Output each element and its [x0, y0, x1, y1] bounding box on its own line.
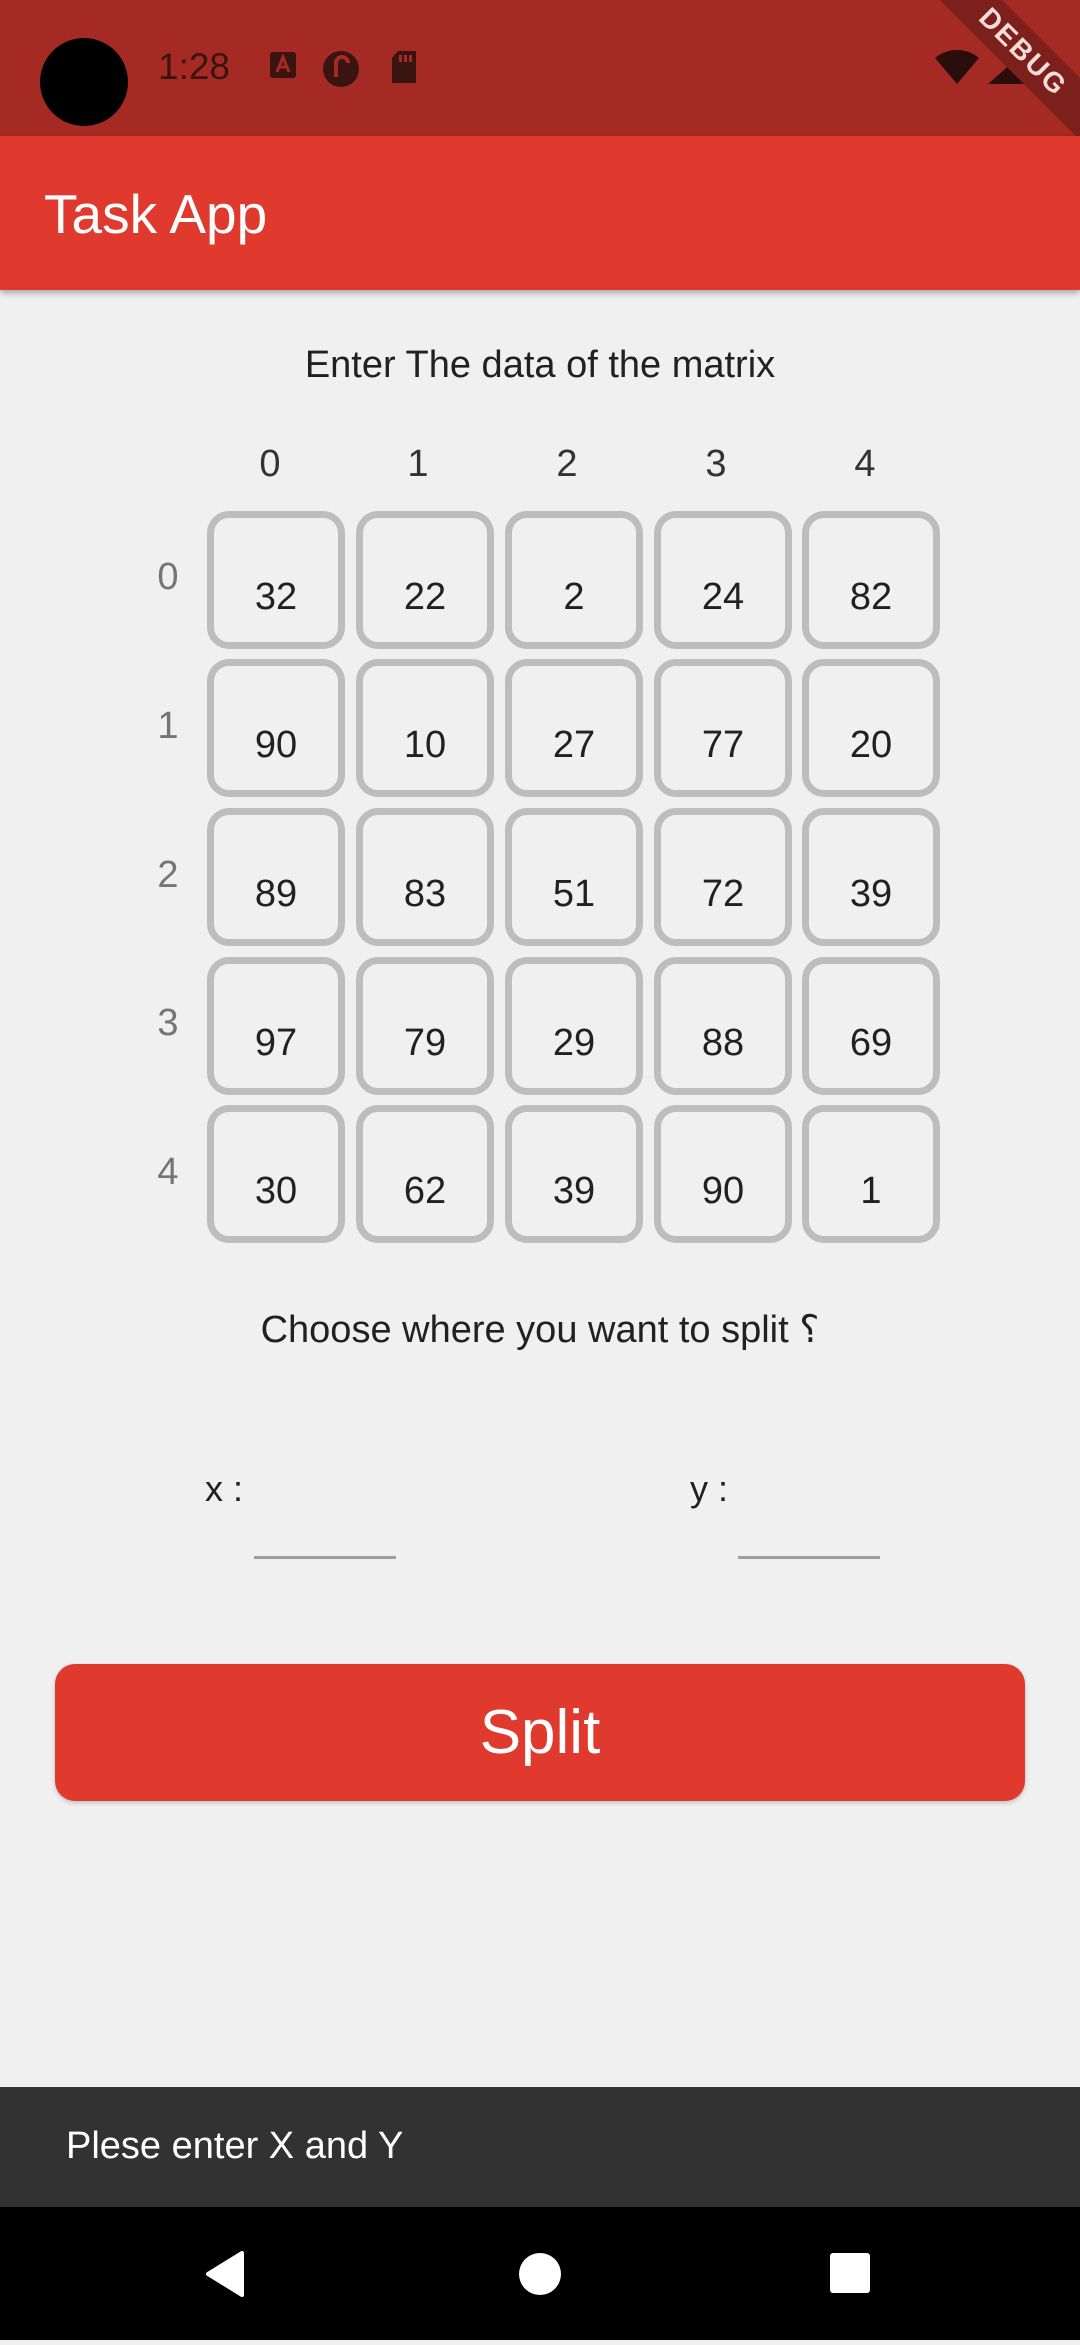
matrix-cell-input[interactable]: 90 [654, 1105, 792, 1243]
matrix-cell-input[interactable]: 83 [356, 808, 494, 946]
matrix-cell-value: 62 [403, 1170, 447, 1212]
app-bar: Task App [0, 136, 1080, 290]
column-label: 4 [854, 443, 876, 485]
matrix-cell-value: 10 [403, 724, 447, 766]
matrix-cell-value: 77 [701, 724, 745, 766]
matrix-cell-value: 72 [701, 873, 745, 915]
camera-cutout [40, 38, 128, 126]
y-input[interactable] [738, 1500, 880, 1559]
row-label: 3 [157, 1002, 179, 1044]
matrix-cell-input[interactable]: 30 [207, 1105, 345, 1243]
matrix-cell-value: 89 [254, 873, 298, 915]
matrix-cell-value: 82 [849, 576, 893, 618]
matrix-cell-input[interactable]: 89 [207, 808, 345, 946]
matrix-cell-input[interactable]: 88 [654, 957, 792, 1095]
matrix-cell-value: 83 [403, 873, 447, 915]
matrix-cell-value: 39 [849, 873, 893, 915]
matrix-cell-value: 90 [254, 724, 298, 766]
matrix-cell-input[interactable]: 24 [654, 511, 792, 649]
home-button[interactable] [470, 2207, 610, 2340]
matrix-cell-input[interactable]: 39 [505, 1105, 643, 1243]
matrix-cell-value: 29 [552, 1022, 596, 1064]
status-bar: 1:28 DEBUG [0, 0, 1080, 136]
column-label: 3 [705, 443, 727, 485]
matrix-cell-input[interactable]: 69 [802, 957, 940, 1095]
status-time: 1:28 [158, 46, 231, 87]
matrix-cell-value: 39 [552, 1170, 596, 1212]
matrix-cell-input[interactable]: 27 [505, 659, 643, 797]
row-label: 1 [157, 705, 179, 747]
matrix-cell-input[interactable]: 1 [802, 1105, 940, 1243]
nav-bar [0, 2207, 1080, 2340]
matrix-cell-value: 69 [849, 1022, 893, 1064]
split-prompt: Choose where you want to split ؟ [260, 1309, 820, 1351]
matrix-cell-value: 2 [563, 576, 585, 618]
back-button[interactable] [156, 2207, 296, 2340]
matrix-cell-value: 1 [860, 1170, 882, 1212]
matrix-cell-value: 30 [254, 1170, 298, 1212]
matrix-cell-input[interactable]: 72 [654, 808, 792, 946]
matrix-cell-input[interactable]: 90 [207, 659, 345, 797]
x-input[interactable] [254, 1500, 396, 1559]
matrix-cell-value: 79 [403, 1022, 447, 1064]
row-label: 0 [157, 556, 179, 598]
matrix-cell-value: 51 [552, 873, 596, 915]
sd-card-icon [392, 51, 416, 83]
adobe-acrobat-icon [270, 52, 296, 78]
matrix-instructions: Enter The data of the matrix [304, 344, 776, 386]
snackbar: Plese enter X and Y [0, 2087, 1080, 2207]
matrix-cell-input[interactable]: 10 [356, 659, 494, 797]
recents-button[interactable] [780, 2207, 920, 2340]
row-label: 2 [157, 854, 179, 896]
row-label: 4 [157, 1151, 179, 1193]
matrix-cell-input[interactable]: 39 [802, 808, 940, 946]
snackbar-message: Plese enter X and Y [66, 2125, 404, 2167]
y-label: y : [690, 1468, 729, 1509]
column-label: 0 [259, 443, 281, 485]
matrix-cell-input[interactable]: 32 [207, 511, 345, 649]
matrix-cell-input[interactable]: 22 [356, 511, 494, 649]
matrix-cell-input[interactable]: 29 [505, 957, 643, 1095]
matrix-cell-input[interactable]: 77 [654, 659, 792, 797]
matrix-cell-input[interactable]: 2 [505, 511, 643, 649]
matrix-cell-input[interactable]: 62 [356, 1105, 494, 1243]
matrix-cell-input[interactable]: 51 [505, 808, 643, 946]
matrix-cell-input[interactable]: 20 [802, 659, 940, 797]
matrix-cell-input[interactable]: 79 [356, 957, 494, 1095]
matrix-cell-value: 97 [254, 1022, 298, 1064]
pocketcasts-icon [323, 51, 359, 87]
app-title: Task App [44, 183, 268, 245]
matrix-cell-input[interactable]: 97 [207, 957, 345, 1095]
split-button[interactable]: Split [55, 1664, 1025, 1801]
matrix-cell-value: 24 [701, 576, 745, 618]
home-icon [519, 2253, 561, 2295]
matrix-cell-value: 32 [254, 576, 298, 618]
matrix-cell-value: 88 [701, 1022, 745, 1064]
wifi-icon [935, 50, 979, 84]
matrix-cell-input[interactable]: 82 [802, 511, 940, 649]
matrix-cell-value: 20 [849, 724, 893, 766]
recents-icon [830, 2253, 870, 2293]
back-icon [206, 2251, 244, 2297]
matrix-cell-value: 22 [403, 576, 447, 618]
column-label: 1 [407, 443, 429, 485]
matrix-cell-value: 27 [552, 724, 596, 766]
column-label: 2 [556, 443, 578, 485]
matrix-cell-value: 90 [701, 1170, 745, 1212]
x-label: x : [205, 1468, 244, 1509]
